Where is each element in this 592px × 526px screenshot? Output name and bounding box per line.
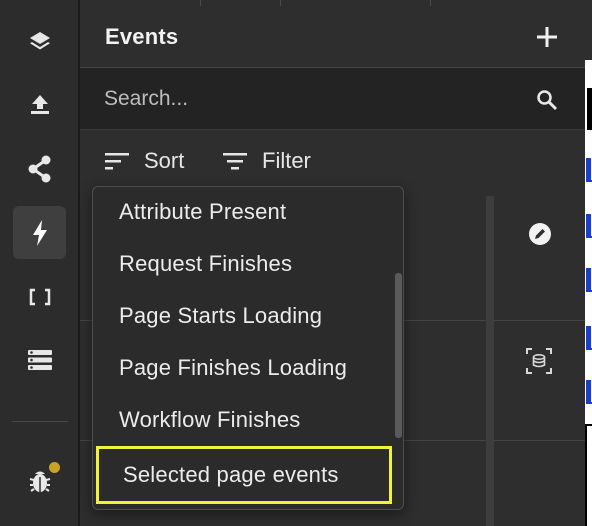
page-edge-link[interactable] <box>586 212 592 238</box>
brackets-button[interactable] <box>13 270 66 323</box>
events-button[interactable] <box>13 206 66 259</box>
menu-item-label: Selected page events <box>123 462 339 487</box>
page-edge-link[interactable] <box>586 324 592 350</box>
bug-icon <box>29 471 50 492</box>
debug-button[interactable] <box>13 454 66 507</box>
upload-icon <box>30 94 49 114</box>
layers-icon <box>29 31 50 49</box>
filter-label: Filter <box>262 148 311 173</box>
sort-dropdown-menu: Attribute Present Request Finishes Page … <box>92 186 404 510</box>
brackets-icon <box>29 288 50 305</box>
lightning-icon <box>32 219 47 246</box>
add-event-button[interactable] <box>534 24 560 50</box>
panel-scrollbar[interactable] <box>486 196 494 526</box>
sidebar-rail <box>0 0 80 526</box>
sort-label: Sort <box>144 148 185 173</box>
share-nodes-icon <box>28 155 50 182</box>
notification-badge <box>49 462 60 473</box>
page-edge-top <box>585 0 592 60</box>
panel-title: Events <box>105 24 179 49</box>
menu-item-attribute-present[interactable]: Attribute Present <box>119 199 286 225</box>
dropdown-scrollbar[interactable] <box>395 273 402 438</box>
menu-item-workflow-finishes[interactable]: Workflow Finishes <box>119 407 300 433</box>
menu-item-page-finishes-loading[interactable]: Page Finishes Loading <box>119 355 347 381</box>
filter-icon <box>223 153 247 170</box>
search-bar <box>80 68 585 130</box>
menu-item-selected-page-events[interactable]: Selected page events <box>96 446 392 504</box>
page-edge-link[interactable] <box>586 266 592 292</box>
menu-item-page-starts-loading[interactable]: Page Starts Loading <box>119 303 322 329</box>
menu-item-request-finishes[interactable]: Request Finishes <box>119 251 292 277</box>
page-edge-box <box>585 424 592 526</box>
list-rows-button[interactable] <box>13 333 66 386</box>
sort-icon <box>105 153 129 170</box>
upload-button[interactable] <box>13 77 66 130</box>
page-edge-link[interactable] <box>586 378 592 404</box>
layers-button[interactable] <box>13 14 66 67</box>
sort-button[interactable]: Sort <box>104 148 184 174</box>
page-edge-link[interactable] <box>586 156 592 182</box>
edit-icon[interactable] <box>528 222 552 246</box>
database-select-icon[interactable] <box>526 348 552 374</box>
share-button[interactable] <box>13 142 66 195</box>
sort-filter-toolbar: Sort Filter <box>80 130 585 190</box>
page-edge-heading <box>587 88 592 130</box>
background-page-edge <box>585 0 592 526</box>
filter-button[interactable]: Filter <box>222 148 311 174</box>
list-rows-icon <box>27 349 52 370</box>
search-input[interactable] <box>104 82 524 116</box>
panel-header: Events <box>80 0 585 68</box>
rail-divider <box>12 421 68 422</box>
search-icon[interactable] <box>536 89 558 111</box>
